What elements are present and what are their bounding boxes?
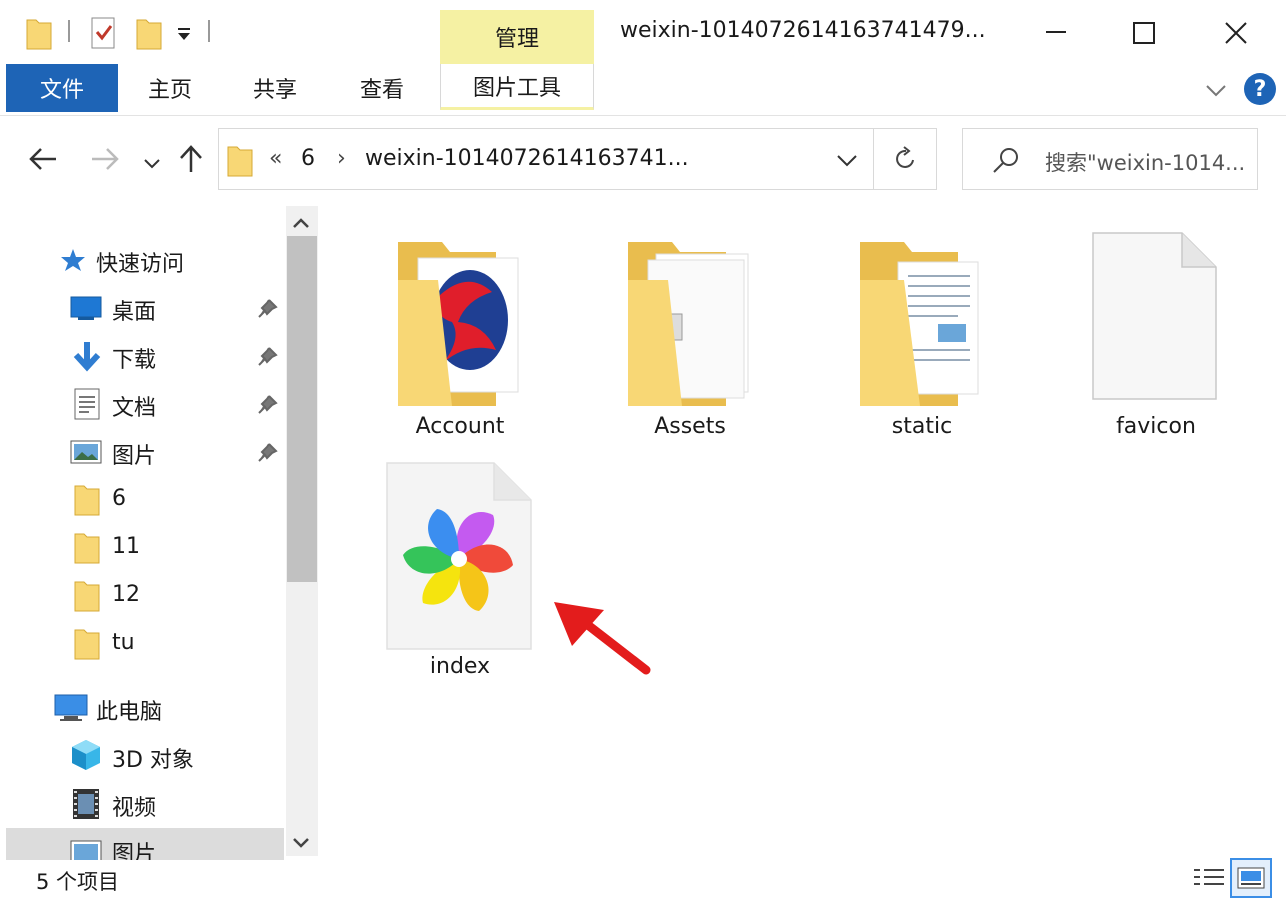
arrow-left-icon (29, 148, 56, 170)
back-button[interactable] (28, 146, 58, 176)
divider (208, 20, 210, 42)
search-placeholder: 搜索"weixin-1014... (1045, 151, 1246, 175)
folder-with-logo-icon (398, 242, 519, 406)
folder-with-documents-icon (860, 242, 979, 406)
folder-icon (74, 482, 100, 520)
chevron-down-icon[interactable] (837, 155, 857, 167)
browser-file-icon (386, 462, 532, 650)
ribbon-expand-icon[interactable] (1206, 82, 1226, 101)
forward-button[interactable] (90, 146, 120, 176)
search-icon (993, 148, 1018, 173)
pin-icon[interactable] (256, 394, 278, 420)
folder-icon (628, 242, 749, 406)
file-name: Assets (654, 414, 726, 439)
file-item-account[interactable]: Account (380, 226, 540, 446)
search-input[interactable]: 搜索"weixin-1014... (962, 128, 1258, 190)
nav-item-pictures[interactable]: 图片 (112, 438, 156, 470)
tab-picture-tools[interactable]: 图片工具 (440, 64, 594, 110)
pictures-icon (70, 840, 102, 864)
minimize-button[interactable] (1010, 0, 1102, 66)
pictures-icon (70, 440, 102, 468)
nav-item-videos[interactable]: 视频 (112, 790, 156, 822)
nav-scroll-thumb[interactable] (287, 236, 317, 582)
file-item-favicon[interactable]: favicon (1076, 226, 1236, 446)
close-icon (1225, 22, 1247, 44)
tab-share[interactable]: 共享 (222, 64, 328, 112)
chevron-down-icon (144, 159, 160, 169)
details-view-icon[interactable] (1192, 866, 1226, 896)
file-name: favicon (1116, 414, 1196, 439)
nav-folder-tu[interactable]: tu (112, 630, 135, 655)
3d-objects-icon (70, 738, 102, 776)
tab-view[interactable]: 查看 (328, 64, 436, 112)
file-item-assets[interactable]: Assets (610, 226, 770, 446)
folder-icon (74, 530, 100, 568)
pin-icon[interactable] (256, 346, 278, 372)
refresh-icon (896, 146, 914, 168)
breadcrumb-item[interactable]: 6 (301, 146, 315, 171)
folder-icon[interactable] (26, 16, 52, 54)
file-name: static (891, 414, 953, 439)
nav-item-downloads[interactable]: 下载 (112, 342, 156, 374)
breadcrumb-overflow[interactable]: « (269, 146, 282, 171)
window-title: weixin-1014072614163741479... (620, 18, 986, 43)
nav-folder-12[interactable]: 12 (112, 582, 140, 607)
nav-folder-6[interactable]: 6 (112, 486, 126, 511)
breadcrumb-separator[interactable]: › (337, 146, 346, 171)
download-icon (72, 340, 102, 376)
tab-home[interactable]: 主页 (118, 64, 222, 112)
nav-item-3d-objects[interactable]: 3D 对象 (112, 742, 194, 774)
large-icons-view-icon[interactable] (1230, 858, 1272, 898)
help-icon[interactable]: ? (1244, 73, 1276, 105)
folder-icon (74, 578, 100, 616)
refresh-button[interactable] (874, 128, 937, 190)
red-arrow-annotation (548, 598, 658, 686)
maximize-icon (1133, 22, 1155, 44)
address-bar[interactable]: « 6 › weixin-1014072614163741... (218, 128, 874, 190)
documents-icon (74, 388, 100, 424)
chevron-down-icon[interactable] (176, 26, 192, 46)
up-button[interactable] (178, 144, 204, 178)
folder-icon (227, 146, 253, 177)
properties-icon[interactable] (90, 14, 118, 54)
file-item-static[interactable]: static (842, 226, 1002, 446)
file-item-index[interactable]: index (380, 460, 540, 684)
nav-this-pc[interactable]: 此电脑 (96, 694, 162, 726)
computer-icon (54, 694, 88, 726)
pin-icon[interactable] (256, 442, 278, 468)
divider (68, 20, 70, 42)
star-icon (60, 248, 86, 276)
desktop-icon (70, 296, 102, 324)
close-button[interactable] (1190, 0, 1282, 66)
file-name: index (429, 654, 491, 679)
folder-icon (74, 626, 100, 664)
nav-item-documents[interactable]: 文档 (112, 390, 156, 422)
file-name: Account (415, 414, 505, 439)
pin-icon[interactable] (256, 298, 278, 324)
tab-file[interactable]: 文件 (6, 64, 118, 112)
nav-item-desktop[interactable]: 桌面 (112, 294, 156, 326)
new-folder-icon[interactable] (136, 16, 162, 54)
scroll-up-icon[interactable] (292, 214, 310, 233)
context-tab-manage[interactable]: 管理 (440, 10, 594, 64)
videos-icon (72, 788, 100, 824)
scroll-down-icon[interactable] (292, 834, 310, 853)
nav-item-pictures-pc[interactable]: 图片 (112, 836, 156, 860)
breadcrumb-item[interactable]: weixin-1014072614163741... (365, 146, 689, 171)
maximize-button[interactable] (1098, 0, 1190, 66)
arrow-up-icon (180, 145, 202, 172)
blank-file-icon (1092, 232, 1217, 400)
status-item-count: 5 个项目 (36, 870, 120, 894)
arrow-right-icon (92, 148, 119, 170)
recent-locations-button[interactable] (144, 154, 160, 173)
minimize-icon (1046, 31, 1066, 33)
nav-quick-access[interactable]: 快速访问 (96, 246, 184, 278)
nav-folder-11[interactable]: 11 (112, 534, 140, 559)
